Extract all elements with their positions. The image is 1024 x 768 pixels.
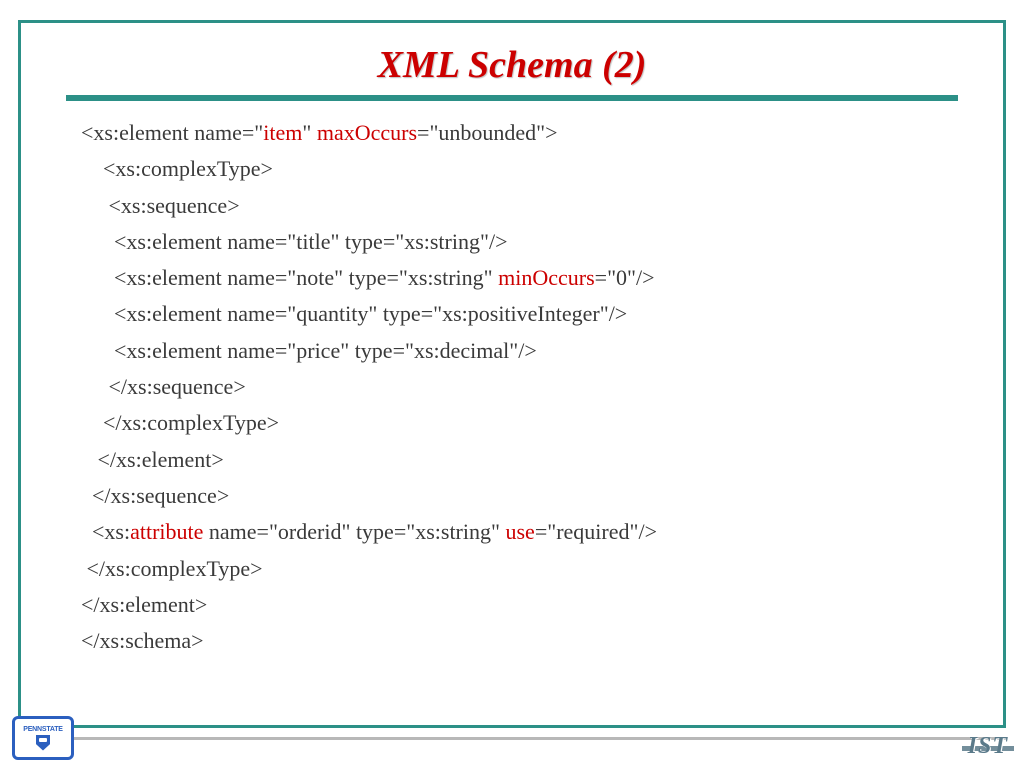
shield-icon [36, 735, 50, 751]
ist-logo: IST [964, 733, 1012, 760]
title-rule [66, 95, 958, 101]
slide-content: <xs:element name="item" maxOccurs="unbou… [21, 111, 1003, 659]
code-line-6: <xs:element name="quantity" type="xs:pos… [81, 296, 953, 332]
footer-left: PENNSTATE [12, 716, 74, 760]
code-line-11: </xs:sequence> [81, 478, 953, 514]
ist-label: IST [968, 733, 1008, 759]
pennstate-logo: PENNSTATE [12, 716, 74, 760]
code-line-1: <xs:element name="item" maxOccurs="unbou… [81, 115, 953, 151]
code-line-12: <xs:attribute name="orderid" type="xs:st… [81, 514, 953, 550]
slide-frame: XML Schema (2) <xs:element name="item" m… [18, 20, 1006, 728]
footer-right: IST [964, 733, 1012, 760]
code-line-8: </xs:sequence> [81, 369, 953, 405]
slide-title: XML Schema (2) [21, 23, 1003, 95]
code-line-7: <xs:element name="price" type="xs:decima… [81, 333, 953, 369]
code-line-14: </xs:element> [81, 587, 953, 623]
footer-rule [45, 737, 1006, 740]
code-line-5: <xs:element name="note" type="xs:string"… [81, 260, 953, 296]
code-line-15: </xs:schema> [81, 623, 953, 659]
code-line-4: <xs:element name="title" type="xs:string… [81, 224, 953, 260]
code-line-3: <xs:sequence> [81, 188, 953, 224]
code-line-13: </xs:complexType> [81, 551, 953, 587]
code-line-10: </xs:element> [81, 442, 953, 478]
code-line-9: </xs:complexType> [81, 405, 953, 441]
pennstate-label: PENNSTATE [23, 726, 63, 733]
code-line-2: <xs:complexType> [81, 151, 953, 187]
